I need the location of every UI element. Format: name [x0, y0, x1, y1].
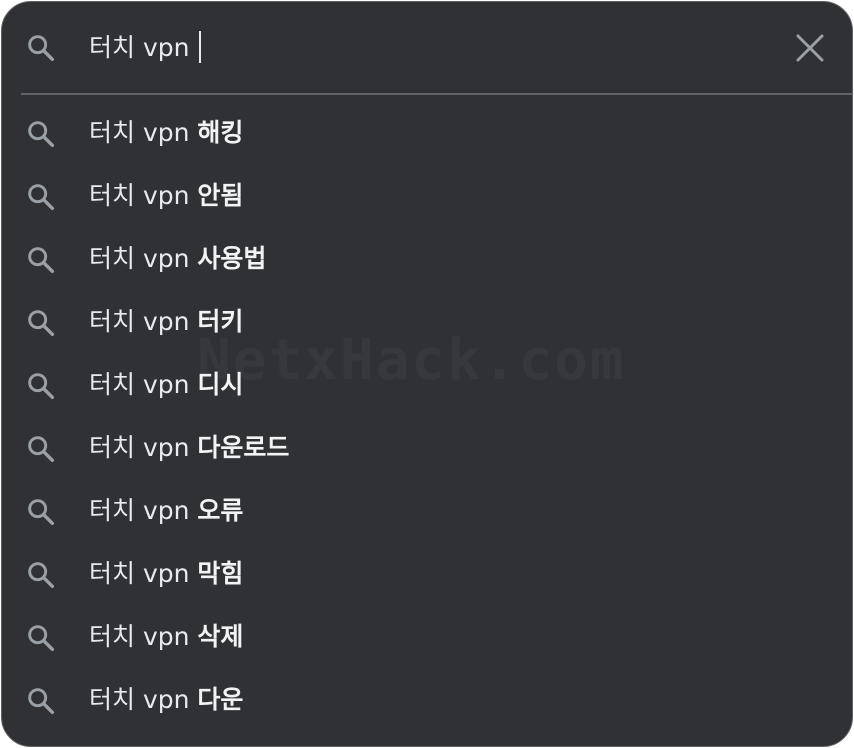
suggestion-text: 터치 vpn 다운로드 — [89, 430, 289, 466]
suggestion-item[interactable]: 터치 vpn 해킹 — [2, 102, 852, 165]
suggestion-text: 터치 vpn 디시 — [89, 367, 243, 403]
suggestion-text: 터치 vpn 오류 — [89, 493, 243, 529]
suggestion-list: 터치 vpn 해킹 터치 vpn 안됨 터치 vpn 사용법 터치 vpn 터키… — [2, 102, 852, 732]
search-icon — [25, 433, 57, 465]
search-icon — [25, 496, 57, 528]
suggestion-item[interactable]: 터치 vpn 막힘 — [2, 543, 852, 606]
suggestion-completion: 안됨 — [197, 181, 244, 210]
search-bar[interactable]: 터치 vpn — [2, 2, 852, 94]
suggestion-text: 터치 vpn 다운 — [89, 682, 243, 718]
suggestion-completion: 해킹 — [197, 118, 244, 147]
search-icon — [25, 622, 57, 654]
search-icon — [25, 685, 57, 717]
suggestion-text: 터치 vpn 막힘 — [89, 556, 243, 592]
search-icon — [25, 559, 57, 591]
suggestion-prefix: 터치 vpn — [89, 433, 190, 462]
suggestion-item[interactable]: 터치 vpn 디시 — [2, 354, 852, 417]
suggestion-text: 터치 vpn 해킹 — [89, 115, 243, 151]
suggestion-completion: 다운 — [197, 685, 244, 714]
suggestion-prefix: 터치 vpn — [89, 118, 190, 147]
search-query-text: 터치 vpn — [89, 33, 190, 62]
suggestion-prefix: 터치 vpn — [89, 496, 190, 525]
suggestion-text: 터치 vpn 터키 — [89, 304, 243, 340]
suggestion-completion: 터키 — [197, 307, 244, 336]
suggestion-item[interactable]: 터치 vpn 사용법 — [2, 228, 852, 291]
suggestion-completion: 삭제 — [197, 622, 244, 651]
search-suggestions-panel: 터치 vpn 터치 vpn 해킹 터치 vpn 안됨 터치 vpn 사용법 터치… — [1, 1, 853, 747]
clear-search-button[interactable] — [790, 28, 830, 68]
suggestion-text: 터치 vpn 삭제 — [89, 619, 243, 655]
suggestion-prefix: 터치 vpn — [89, 307, 190, 336]
suggestion-text: 터치 vpn 안됨 — [89, 178, 243, 214]
suggestion-item[interactable]: 터치 vpn 삭제 — [2, 606, 852, 669]
suggestion-item[interactable]: 터치 vpn 다운 — [2, 669, 852, 732]
search-input[interactable]: 터치 vpn — [89, 30, 202, 66]
suggestion-prefix: 터치 vpn — [89, 685, 190, 714]
suggestion-prefix: 터치 vpn — [89, 622, 190, 651]
search-icon — [25, 370, 57, 402]
suggestion-prefix: 터치 vpn — [89, 370, 190, 399]
close-icon — [796, 34, 824, 62]
suggestion-completion: 막힘 — [197, 559, 244, 588]
suggestion-completion: 디시 — [197, 370, 244, 399]
suggestion-text: 터치 vpn 사용법 — [89, 241, 266, 277]
suggestion-prefix: 터치 vpn — [89, 559, 190, 588]
search-icon — [25, 181, 57, 213]
divider — [21, 93, 852, 95]
suggestion-item[interactable]: 터치 vpn 오류 — [2, 480, 852, 543]
search-icon — [25, 307, 57, 339]
suggestion-prefix: 터치 vpn — [89, 181, 190, 210]
suggestion-item[interactable]: 터치 vpn 다운로드 — [2, 417, 852, 480]
text-cursor — [199, 31, 202, 63]
search-icon — [25, 244, 57, 276]
suggestion-item[interactable]: 터치 vpn 터키 — [2, 291, 852, 354]
suggestion-item[interactable]: 터치 vpn 안됨 — [2, 165, 852, 228]
suggestion-completion: 오류 — [197, 496, 244, 525]
suggestion-prefix: 터치 vpn — [89, 244, 190, 273]
suggestion-completion: 다운로드 — [197, 433, 290, 462]
search-icon — [25, 118, 57, 150]
suggestion-completion: 사용법 — [197, 244, 267, 273]
search-icon — [25, 32, 57, 64]
